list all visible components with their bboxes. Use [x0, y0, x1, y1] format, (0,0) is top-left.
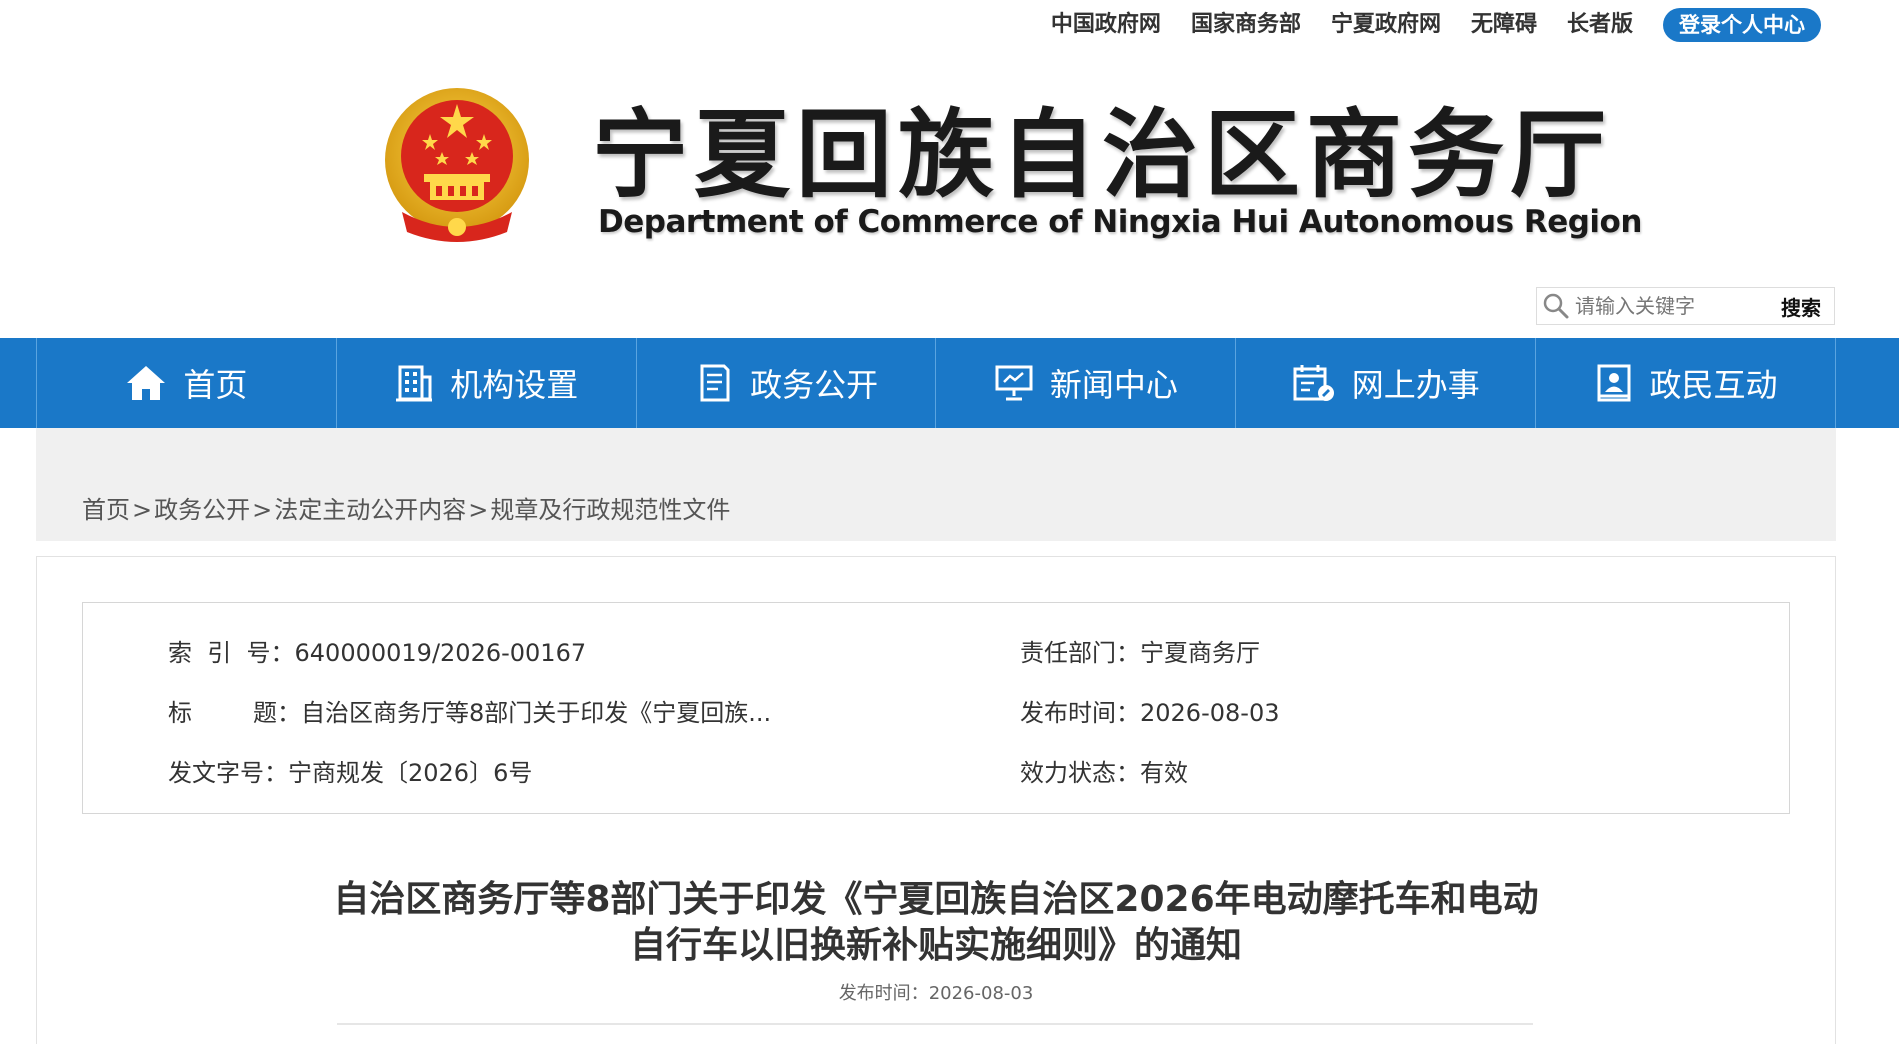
meta-title-value: 自治区商务厅等8部门关于印发《宁夏回族... — [301, 699, 772, 727]
nav-label: 政务公开 — [750, 366, 879, 404]
document-publish-date: 发布时间：2026-08-03 — [37, 979, 1835, 1005]
nav-item-home[interactable]: 首页 — [36, 338, 337, 428]
meta-dept-label: 责任部门： — [1020, 639, 1140, 667]
meta-index-value: 640000019/2026-00167 — [294, 639, 587, 667]
document-meta-table: 索 引 号：640000019/2026-00167 责任部门：宁夏商务厅 标 … — [82, 602, 1790, 814]
meta-date-label: 发布时间： — [1020, 699, 1140, 727]
nav-item-org[interactable]: 机构设置 — [337, 338, 637, 428]
breadcrumb-item-gov-open[interactable]: 政务公开 — [154, 496, 250, 524]
top-link-accessibility[interactable]: 无障碍 — [1471, 8, 1537, 42]
meta-status-label: 效力状态： — [1020, 759, 1140, 787]
meta-date-value: 2026-08-03 — [1140, 699, 1280, 727]
nav-item-interaction[interactable]: 政民互动 — [1536, 338, 1836, 428]
document-date-value: 2026-08-03 — [928, 983, 1034, 1004]
meta-dept: 责任部门：宁夏商务厅 — [1020, 633, 1260, 668]
nav-label: 网上办事 — [1351, 366, 1480, 404]
user-card-icon — [1594, 363, 1634, 403]
nav-item-news[interactable]: 新闻中心 — [936, 338, 1237, 428]
nav-label: 首页 — [183, 366, 248, 404]
nav-item-online-service[interactable]: 网上办事 — [1236, 338, 1537, 428]
main-nav: 首页 机构设置 政务公开 新闻中心 网上办事 政民互动 — [0, 338, 1899, 428]
building-icon — [394, 363, 434, 403]
site-subtitle: Department of Commerce of Ningxia Hui Au… — [598, 204, 1642, 240]
nav-label: 机构设置 — [450, 366, 579, 404]
search-box: 搜索 — [1536, 287, 1835, 325]
search-icon — [1537, 287, 1575, 325]
meta-dept-value: 宁夏商务厅 — [1140, 639, 1260, 667]
document-date-label: 发布时间： — [838, 983, 929, 1004]
document-title: 自治区商务厅等8部门关于印发《宁夏回族自治区2026年电动摩托车和电动 自行车以… — [37, 877, 1835, 969]
site-title: 宁夏回族自治区商务厅 — [592, 99, 1612, 211]
breadcrumb-item-regulations[interactable]: 规章及行政规范性文件 — [490, 496, 730, 524]
meta-date: 发布时间：2026-08-03 — [1020, 693, 1279, 728]
top-links: 中国政府网 国家商务部 宁夏政府网 无障碍 长者版 登录个人中心 — [1021, 8, 1821, 42]
top-link-elder[interactable]: 长者版 — [1567, 8, 1633, 42]
presentation-icon — [994, 363, 1034, 403]
calendar-edit-icon — [1292, 363, 1336, 403]
search-input[interactable] — [1575, 289, 1768, 323]
breadcrumb-item-statutory[interactable]: 法定主动公开内容 — [274, 496, 466, 524]
meta-status-value: 有效 — [1140, 759, 1188, 787]
top-link-gov[interactable]: 中国政府网 — [1051, 8, 1161, 42]
breadcrumb-item-home[interactable]: 首页 — [82, 496, 130, 524]
top-link-mofcom[interactable]: 国家商务部 — [1191, 8, 1301, 42]
breadcrumb-separator: > — [252, 496, 273, 524]
breadcrumb: 首页>政务公开>法定主动公开内容>规章及行政规范性文件 — [82, 490, 730, 525]
nav-label: 政民互动 — [1649, 366, 1778, 404]
meta-docno-value: 宁商规发〔2026〕6号 — [288, 759, 533, 787]
document-title-line-1: 自治区商务厅等8部门关于印发《宁夏回族自治区2026年电动摩托车和电动 — [333, 879, 1539, 920]
meta-docno-label: 发文字号： — [168, 759, 288, 787]
meta-status: 效力状态：有效 — [1020, 753, 1188, 788]
meta-index: 索 引 号：640000019/2026-00167 — [168, 633, 586, 668]
nav-label: 新闻中心 — [1049, 366, 1178, 404]
login-button[interactable]: 登录个人中心 — [1663, 8, 1821, 42]
nav-item-gov-open[interactable]: 政务公开 — [637, 338, 937, 428]
meta-title: 标 题：自治区商务厅等8部门关于印发《宁夏回族... — [168, 693, 771, 728]
home-icon — [125, 363, 167, 403]
top-link-nx-gov[interactable]: 宁夏政府网 — [1331, 8, 1441, 42]
search-button[interactable]: 搜索 — [1768, 292, 1834, 321]
meta-index-label: 索 引 号： — [168, 639, 295, 667]
article-container: 索 引 号：640000019/2026-00167 责任部门：宁夏商务厅 标 … — [36, 556, 1836, 1044]
breadcrumb-separator: > — [468, 496, 489, 524]
national-emblem-logo[interactable] — [382, 82, 532, 250]
document-icon — [694, 363, 734, 403]
meta-title-label: 标 题： — [168, 699, 302, 727]
divider — [337, 1023, 1533, 1025]
meta-docno: 发文字号：宁商规发〔2026〕6号 — [168, 753, 532, 788]
document-title-line-2: 自行车以旧换新补贴实施细则》的通知 — [629, 925, 1242, 966]
breadcrumb-bar: 首页>政务公开>法定主动公开内容>规章及行政规范性文件 — [36, 428, 1836, 541]
breadcrumb-separator: > — [132, 496, 153, 524]
